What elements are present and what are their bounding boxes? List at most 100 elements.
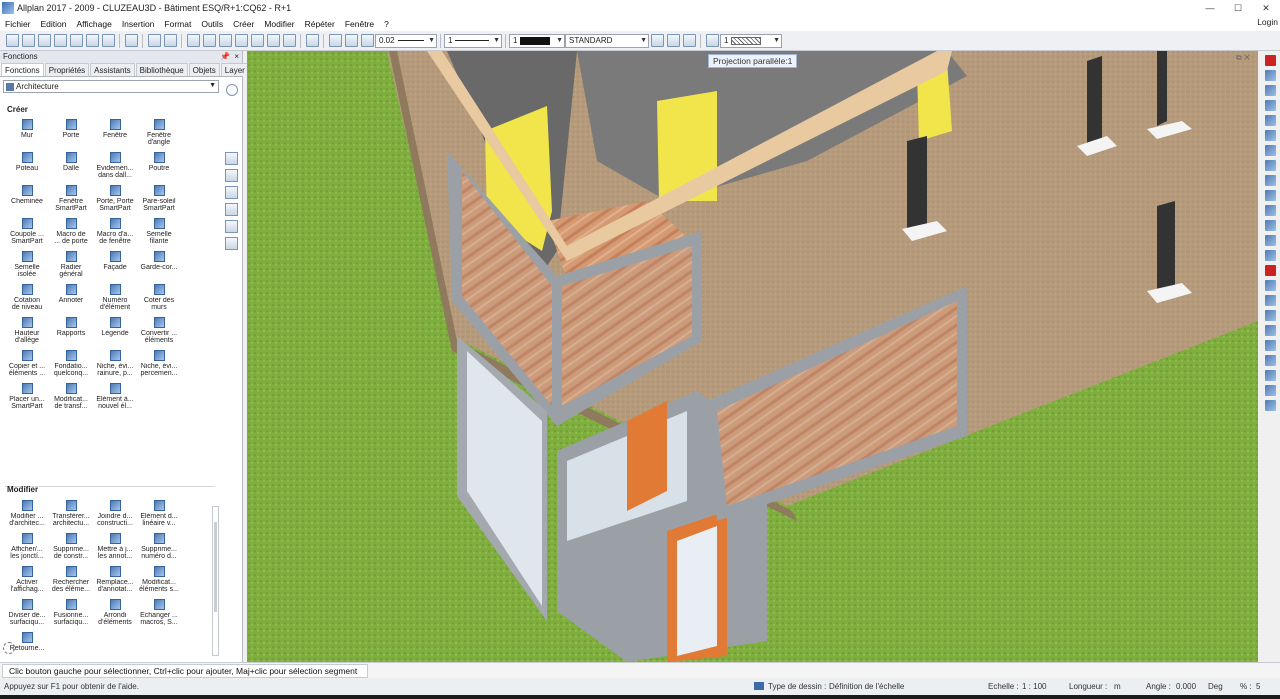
edit-tool-icon[interactable]	[1264, 145, 1276, 156]
angle-value[interactable]: 0.000	[1176, 682, 1196, 691]
eraser-icon[interactable]	[1264, 55, 1276, 66]
tool-button[interactable]: Diviser de... surfaciqu...	[5, 598, 49, 631]
tab-assistants[interactable]: Assistants	[90, 63, 135, 76]
tool-button[interactable]: Cotation de niveau	[5, 283, 49, 316]
edit-tool-icon[interactable]	[1264, 340, 1276, 351]
tool-button[interactable]: Poteau	[5, 151, 49, 184]
close-palette-button[interactable]: ×	[234, 51, 239, 63]
pen-icon[interactable]	[360, 34, 374, 47]
tool-button[interactable]: Poutre	[137, 151, 181, 184]
tool-button[interactable]: Afficher/... les jonctí...	[5, 532, 49, 565]
refresh-icon[interactable]	[250, 34, 264, 47]
tool-button[interactable]: Dalle	[49, 151, 93, 184]
close-window-button[interactable]: ✕	[1252, 0, 1280, 16]
image-icon[interactable]	[124, 34, 138, 47]
tool-button[interactable]: Fenêtre d'angle	[137, 118, 181, 151]
tool-button[interactable]: Fenêtre	[93, 118, 137, 151]
edit-tool-icon[interactable]	[1264, 235, 1276, 246]
tab-objets[interactable]: Objets	[188, 63, 220, 76]
scale-value[interactable]: 1 : 100	[1022, 682, 1046, 691]
tool-button[interactable]: Rapports	[49, 316, 93, 349]
edit-tool-icon[interactable]	[1264, 355, 1276, 366]
undo-icon[interactable]	[147, 34, 161, 47]
menu-format[interactable]: Format	[159, 19, 196, 29]
menu-repeter[interactable]: Répéter	[300, 19, 340, 29]
tool-button[interactable]: Remplace... d'annotat...	[93, 565, 137, 598]
tool-button[interactable]: Coupole ... SmartPart	[5, 217, 49, 250]
search-icon[interactable]	[226, 84, 238, 96]
tool-button[interactable]: Modifier ... d'architec...	[5, 499, 49, 532]
zoom-icon[interactable]	[305, 34, 319, 47]
menu-insertion[interactable]: Insertion	[117, 19, 160, 29]
menu-outils[interactable]: Outils	[196, 19, 228, 29]
tool-button[interactable]: Élément à... nouvel él...	[93, 382, 137, 415]
edit-tool-icon[interactable]	[1264, 220, 1276, 231]
edit-tool-icon[interactable]	[1264, 280, 1276, 291]
edit-tool-icon[interactable]	[1264, 295, 1276, 306]
tool-button[interactable]: Élément d... linéaire v...	[137, 499, 181, 532]
print-icon[interactable]	[53, 34, 67, 47]
add-icon[interactable]	[85, 34, 99, 47]
tool-button[interactable]: Annoter	[49, 283, 93, 316]
edit-tool-icon[interactable]	[1264, 310, 1276, 321]
tool-button[interactable]: Convertir ... éléments	[137, 316, 181, 349]
navigation-compass-icon[interactable]	[3, 642, 15, 654]
color-select[interactable]: 1 ▼	[509, 33, 565, 48]
edit-tool-icon[interactable]	[1264, 325, 1276, 336]
properties-icon[interactable]	[344, 34, 358, 47]
scrollbar-thumb[interactable]	[214, 522, 217, 612]
tool-button[interactable]: Coter des murs	[137, 283, 181, 316]
cut-icon[interactable]	[218, 34, 232, 47]
layout-icon[interactable]	[101, 34, 115, 47]
plot-icon[interactable]	[69, 34, 83, 47]
tool-button[interactable]: Modificat... éléments s...	[137, 565, 181, 598]
layer-lock-icon[interactable]	[682, 34, 696, 47]
drawing-type-value[interactable]: Définition de l'échelle	[829, 682, 904, 691]
layer-select[interactable]: STANDARD ▼	[565, 33, 649, 48]
menu-help[interactable]: ?	[379, 19, 394, 29]
tab-layer[interactable]: Layer	[220, 63, 249, 76]
tool-button[interactable]: Placer un... SmartPart	[5, 382, 49, 415]
menu-creer[interactable]: Créer	[228, 19, 259, 29]
line-type-select[interactable]: 1 ▼	[444, 33, 502, 48]
tool-button[interactable]: Niche, évi... rainure, p...	[93, 349, 137, 382]
edit-tool-icon[interactable]	[1264, 130, 1276, 141]
menu-edition[interactable]: Edition	[36, 19, 72, 29]
tab-fonctions[interactable]: Fonctions	[1, 63, 44, 76]
menu-modifier[interactable]: Modifier	[259, 19, 299, 29]
tool-button[interactable]: Mur	[5, 118, 49, 151]
tool-button[interactable]: Macro d'a... de fenêtre	[93, 217, 137, 250]
hatch-style-icon[interactable]	[705, 34, 719, 47]
menu-fichier[interactable]: Fichier	[0, 19, 36, 29]
tab-proprietes[interactable]: Propriétés	[44, 63, 90, 76]
format-painter-icon[interactable]	[328, 34, 342, 47]
tool-button[interactable]: Arrondi d'éléments	[93, 598, 137, 631]
layer-visibility-icon[interactable]	[650, 34, 664, 47]
tool-button[interactable]: Rechercher des éléme...	[49, 565, 93, 598]
edit-tool-icon[interactable]	[1264, 370, 1276, 381]
pen-thickness-select[interactable]: 0.02 ▼	[375, 33, 437, 48]
login-link[interactable]: Login	[1257, 17, 1278, 27]
menu-affichage[interactable]: Affichage	[72, 19, 117, 29]
filter-icon[interactable]	[1264, 400, 1276, 411]
tool-button[interactable]: Porte, Porte SmartPart	[93, 184, 137, 217]
tool-button[interactable]: Radier général	[49, 250, 93, 283]
tool-button[interactable]: Copier et ... éléments ...	[5, 349, 49, 382]
tool-button[interactable]: Evidemen... dans dall...	[93, 151, 137, 184]
tool-button[interactable]: Garde-cor...	[137, 250, 181, 283]
tool-button[interactable]: Légende	[93, 316, 137, 349]
save-icon[interactable]	[37, 34, 51, 47]
filter-icon[interactable]	[1264, 385, 1276, 396]
tool-button[interactable]: Façade	[93, 250, 137, 283]
edit-tool-icon[interactable]	[1264, 250, 1276, 261]
tool-button[interactable]: Niche, évi... percemen...	[137, 349, 181, 382]
tool-button[interactable]: Numéro d'élément	[93, 283, 137, 316]
viewport-window-controls[interactable]: ⧉ ✕	[1236, 53, 1250, 63]
tool-button[interactable]: Fusionne... surfaciqu...	[49, 598, 93, 631]
tool-button[interactable]: Modificat... de transf...	[49, 382, 93, 415]
edit-tool-icon[interactable]	[1264, 70, 1276, 81]
menu-fenetre[interactable]: Fenêtre	[340, 19, 379, 29]
tool-button[interactable]: Cheminée	[5, 184, 49, 217]
edit-tool-icon[interactable]	[1264, 205, 1276, 216]
tool-button[interactable]: Supprime... numéro d...	[137, 532, 181, 565]
